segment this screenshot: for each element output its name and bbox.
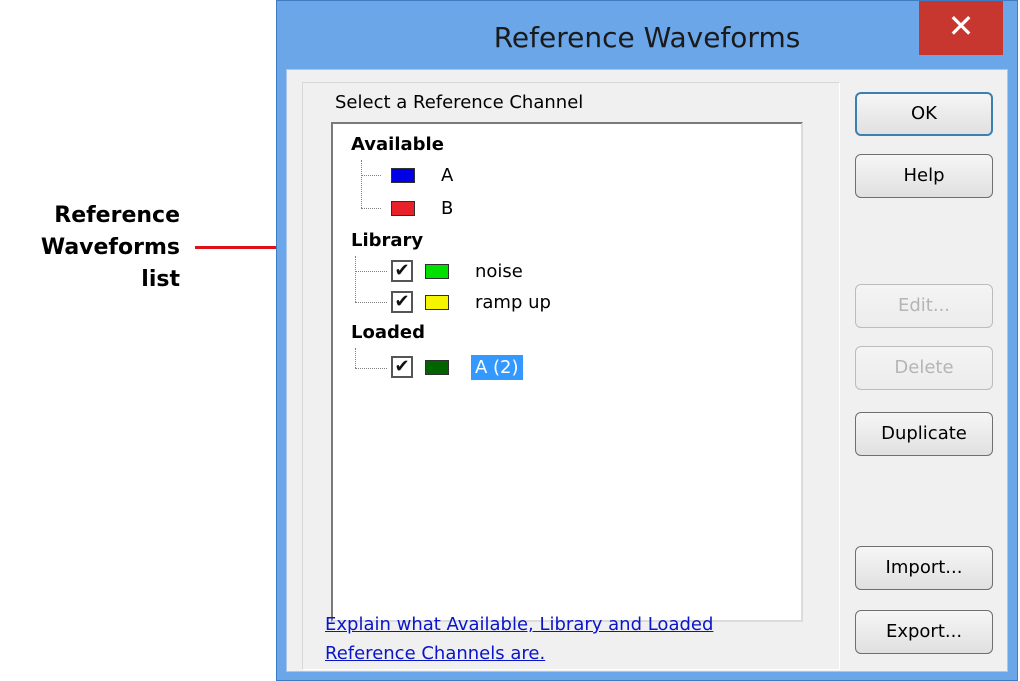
explain-channels-link[interactable]: Explain what Available, Library and Load… (325, 610, 795, 668)
tree-item-label: ramp up (475, 291, 551, 313)
checkbox-checked[interactable]: ✔ (391, 291, 413, 313)
tree-connector (361, 160, 362, 208)
callout-line-3: list (141, 267, 180, 292)
tree-node-loaded[interactable]: Loaded (351, 322, 425, 343)
callout-line-1: Reference (54, 203, 180, 228)
color-swatch (425, 294, 449, 310)
reference-waveforms-list[interactable]: Available A B Library ✔ noise ✔ ramp up … (331, 122, 803, 622)
tree-item-library-noise[interactable]: ✔ noise (391, 258, 527, 284)
tree-connector (355, 348, 356, 368)
tree-connector (361, 175, 381, 176)
close-button[interactable]: ✕ (919, 1, 1003, 55)
tree-connector (355, 368, 387, 369)
edit-button[interactable]: Edit... (855, 284, 993, 328)
checkbox-checked[interactable]: ✔ (391, 260, 413, 282)
tree-item-available-b[interactable]: B (391, 195, 457, 221)
delete-button[interactable]: Delete (855, 346, 993, 390)
link-line-2[interactable]: Reference Channels are. (325, 639, 795, 668)
color-swatch (391, 167, 415, 183)
tree-connector (355, 302, 387, 303)
help-button[interactable]: Help (855, 154, 993, 198)
tree-connector (361, 208, 381, 209)
dialog-title: Reference Waveforms (493, 21, 801, 54)
group-label: Select a Reference Channel (335, 92, 584, 113)
tree-node-library[interactable]: Library (351, 230, 423, 251)
tree-item-available-a[interactable]: A (391, 162, 457, 188)
tree-node-available[interactable]: Available (351, 134, 444, 155)
checkbox-checked[interactable]: ✔ (391, 356, 413, 378)
dialog-window: Reference Waveforms ✕ Select a Reference… (276, 0, 1018, 681)
color-swatch (425, 263, 449, 279)
import-button[interactable]: Import... (855, 546, 993, 590)
ok-button[interactable]: OK (855, 92, 993, 136)
tree-item-label: A (441, 164, 454, 186)
color-swatch (391, 200, 415, 216)
tree-item-loaded-a2[interactable]: ✔ A (2) (391, 354, 523, 380)
callout-label: Reference Waveforms list (0, 200, 180, 296)
title-bar[interactable]: Reference Waveforms ✕ (277, 1, 1017, 79)
color-swatch (425, 359, 449, 375)
tree-connector (355, 256, 356, 302)
callout-line-2: Waveforms (40, 235, 180, 260)
duplicate-button[interactable]: Duplicate (855, 412, 993, 456)
tree-item-label-selected: A (2) (471, 354, 523, 380)
dialog-client-area: Select a Reference Channel Available A B… (286, 69, 1008, 672)
tree-item-label: noise (475, 260, 523, 282)
tree-connector (355, 271, 387, 272)
link-line-1[interactable]: Explain what Available, Library and Load… (325, 610, 795, 639)
tree-item-label: B (441, 197, 454, 219)
export-button[interactable]: Export... (855, 610, 993, 654)
tree-item-library-ramp-up[interactable]: ✔ ramp up (391, 289, 555, 315)
close-icon: ✕ (947, 7, 975, 45)
